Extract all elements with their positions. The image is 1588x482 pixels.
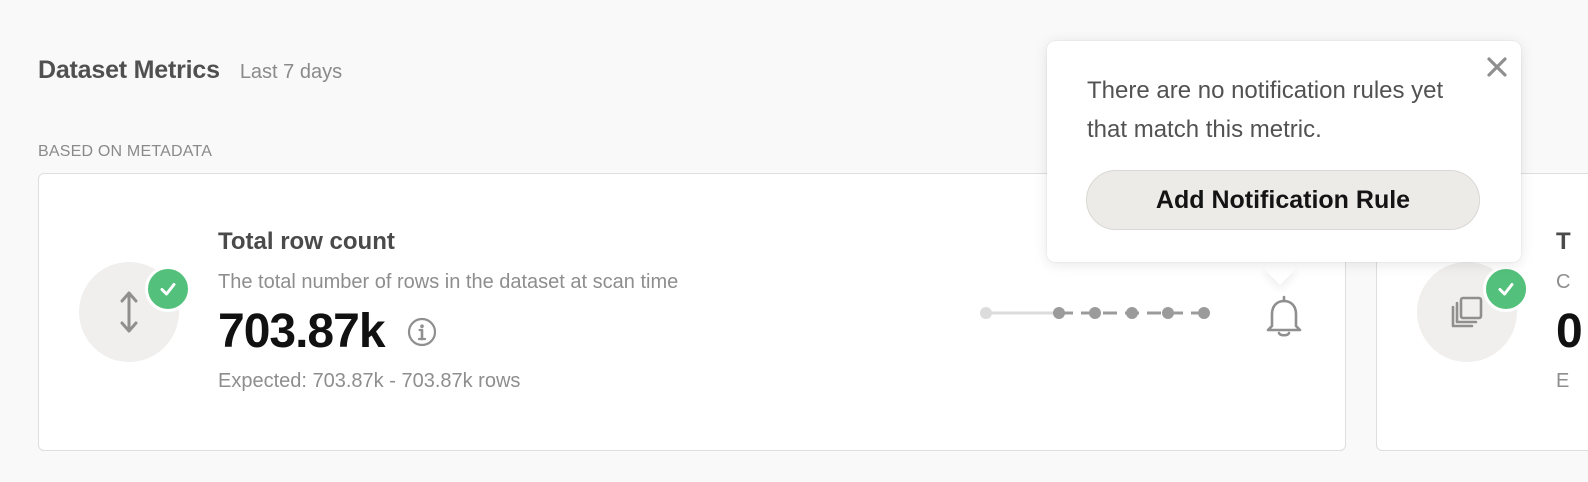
sparkline-point bbox=[980, 307, 992, 319]
sparkline-point bbox=[1089, 307, 1101, 319]
status-check-badge bbox=[1483, 266, 1529, 312]
sparkline-point bbox=[1162, 307, 1174, 319]
metric-expected-range: Expected: 703.87k - 703.87k rows bbox=[218, 370, 521, 392]
page-title: Dataset Metrics bbox=[38, 56, 220, 84]
close-icon[interactable] bbox=[1485, 55, 1509, 79]
bell-icon[interactable] bbox=[1263, 294, 1305, 338]
time-range-label: Last 7 days bbox=[239, 61, 343, 83]
metric-value-row: 703.87k bbox=[218, 304, 437, 359]
section-label: BASED ON METADATA bbox=[38, 143, 213, 160]
notification-rules-popover: There are no notification rules yet that… bbox=[1047, 41, 1521, 262]
status-check-badge bbox=[145, 266, 191, 312]
add-notification-rule-button[interactable]: Add Notification Rule bbox=[1086, 170, 1480, 230]
metric-name: T bbox=[1556, 228, 1571, 255]
metric-value: 703.87k bbox=[218, 305, 386, 358]
dataset-metrics-header: Dataset Metrics Last 7 days bbox=[38, 56, 342, 85]
sparkline-point bbox=[1126, 307, 1138, 319]
metric-value: 0 bbox=[1556, 305, 1583, 358]
info-icon[interactable] bbox=[407, 317, 437, 347]
popover-message: There are no notification rules yet that… bbox=[1087, 77, 1444, 143]
history-sparkline[interactable] bbox=[977, 302, 1213, 324]
metric-description: The total number of rows in the dataset … bbox=[218, 271, 679, 293]
metric-expected-range: E bbox=[1556, 370, 1570, 392]
metric-name: Total row count bbox=[218, 228, 395, 255]
metric-description: C bbox=[1556, 271, 1571, 293]
sparkline-point bbox=[1053, 307, 1065, 319]
copy-icon bbox=[1449, 294, 1485, 330]
sparkline-point bbox=[1198, 307, 1210, 319]
vertical-arrows-icon bbox=[117, 288, 141, 336]
